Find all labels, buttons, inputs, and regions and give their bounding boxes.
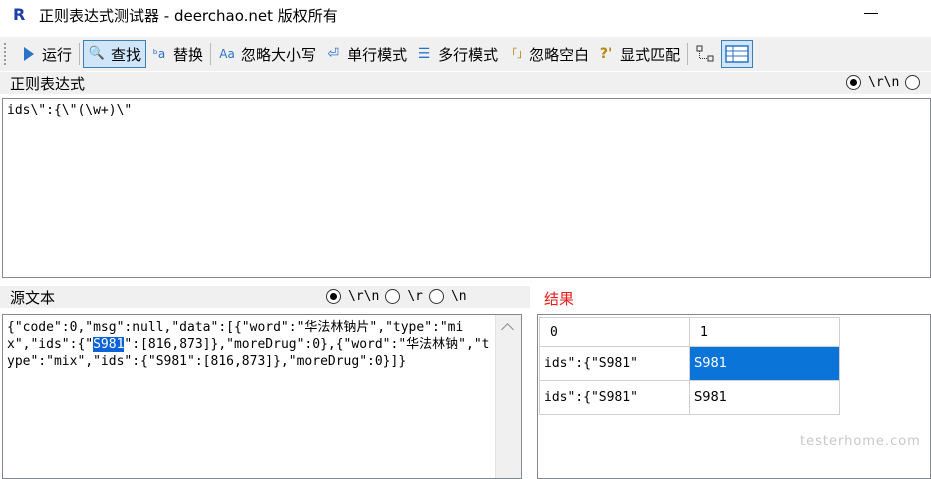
source-newline-cr-radio[interactable] (385, 289, 401, 304)
result-panel-title: 结果 (544, 290, 575, 308)
multi-line-icon: ☰ (417, 46, 431, 62)
toolbar: 运行 🔍 查找 ᵇa 替换 Aa 忽略大小写 ⏎ 单行模式 ☰ 多行模式 「」 … (0, 37, 931, 71)
result-cell[interactable]: ids":{"S981" (539, 346, 690, 381)
regex-panel-title: 正则表达式 (10, 74, 86, 93)
app-logo-icon: R (13, 5, 26, 24)
toolbar-separator (687, 43, 689, 65)
result-row[interactable]: ids":{"S981" S981 (539, 346, 840, 381)
ignore-case-button[interactable]: Aa 忽略大小写 (214, 40, 320, 68)
result-column-header[interactable]: 1 (689, 317, 840, 347)
regex-newline-crlf-radio[interactable] (846, 75, 861, 90)
scroll-up-arrow-icon[interactable] (501, 323, 514, 336)
explicit-capture-label: 显式匹配 (620, 45, 681, 64)
single-line-button[interactable]: ⏎ 单行模式 (320, 40, 411, 68)
source-newline-lf-radio[interactable] (428, 289, 444, 304)
source-newline-options: \r\n \r \n (326, 289, 473, 304)
run-icon (24, 47, 34, 61)
result-column-header[interactable]: 0 (539, 317, 690, 347)
table-view-icon (725, 45, 749, 63)
ignore-case-icon: Aa (219, 47, 235, 61)
window-title: 正则表达式测试器 - deerchao.net 版权所有 (39, 6, 338, 25)
result-table: 0 1 ids":{"S981" S981 ids":{"S981" S981 (539, 317, 840, 415)
result-cell-selected[interactable]: S981 (689, 346, 840, 381)
table-view-button[interactable] (721, 40, 754, 68)
title-bar: R 正则表达式测试器 - deerchao.net 版权所有 (0, 0, 931, 30)
explicit-capture-button[interactable]: ?' 显式匹配 (593, 40, 684, 68)
source-vertical-scrollbar[interactable] (495, 315, 521, 478)
replace-label: 替换 (173, 45, 204, 64)
source-text-input[interactable]: {"code":0,"msg":null,"data":[{"word":"华法… (2, 314, 522, 479)
source-panel-title: 源文本 (10, 288, 56, 307)
regex-input[interactable]: ids\":{\"(\w+)\" (2, 98, 931, 278)
regex-panel-header: 正则表达式 \r\n (0, 72, 931, 94)
result-header-row: 0 1 (539, 317, 840, 347)
find-button[interactable]: 🔍 查找 (83, 40, 147, 68)
single-line-label: 单行模式 (347, 45, 408, 64)
regex-newline-options: \r\n (846, 75, 921, 90)
source-newline-crlf-label: \r\n (348, 289, 380, 304)
multi-line-label: 多行模式 (438, 45, 499, 64)
toolbar-grip[interactable] (4, 43, 8, 65)
multi-line-button[interactable]: ☰ 多行模式 (411, 40, 502, 68)
minimize-button[interactable] (864, 13, 878, 14)
run-label: 运行 (42, 45, 73, 64)
run-button[interactable]: 运行 (14, 40, 76, 68)
toolbar-separator (79, 43, 81, 65)
tree-view-icon (696, 45, 714, 62)
single-line-icon: ⏎ (327, 46, 339, 62)
replace-button[interactable]: ᵇa 替换 (146, 40, 207, 68)
source-panel-header: 源文本 \r\n \r \n (0, 286, 530, 308)
regex-value: ids\":{\"(\w+)\" (7, 103, 133, 118)
source-text-content: {"code":0,"msg":null,"data":[{"word":"华法… (7, 319, 495, 370)
source-newline-lf-label: \n (450, 289, 467, 304)
ignore-case-label: 忽略大小写 (241, 45, 317, 64)
source-text-selection: S981 (93, 337, 125, 352)
tree-view-button[interactable] (691, 40, 721, 68)
result-cell[interactable]: S981 (689, 380, 840, 415)
result-grid[interactable]: 0 1 ids":{"S981" S981 ids":{"S981" S981 (537, 314, 931, 479)
regex-newline-crlf-label: \r\n (868, 75, 900, 90)
replace-icon: ᵇa (152, 47, 166, 61)
result-cell[interactable]: ids":{"S981" (539, 380, 690, 415)
result-row[interactable]: ids":{"S981" S981 (539, 380, 840, 415)
source-newline-cr-label: \r (407, 289, 423, 304)
ignore-whitespace-button[interactable]: 「」 忽略空白 (502, 40, 593, 68)
find-label: 查找 (111, 45, 142, 64)
explicit-capture-icon: ?' (599, 46, 613, 62)
ignore-whitespace-icon: 「」 (506, 47, 529, 60)
regex-newline-other-radio[interactable] (905, 75, 921, 90)
find-icon: 🔍 (88, 46, 106, 61)
watermark: testerhome.com (800, 434, 921, 449)
ignore-whitespace-label: 忽略空白 (529, 45, 590, 64)
source-newline-crlf-radio[interactable] (326, 289, 341, 304)
toolbar-separator (210, 43, 212, 65)
